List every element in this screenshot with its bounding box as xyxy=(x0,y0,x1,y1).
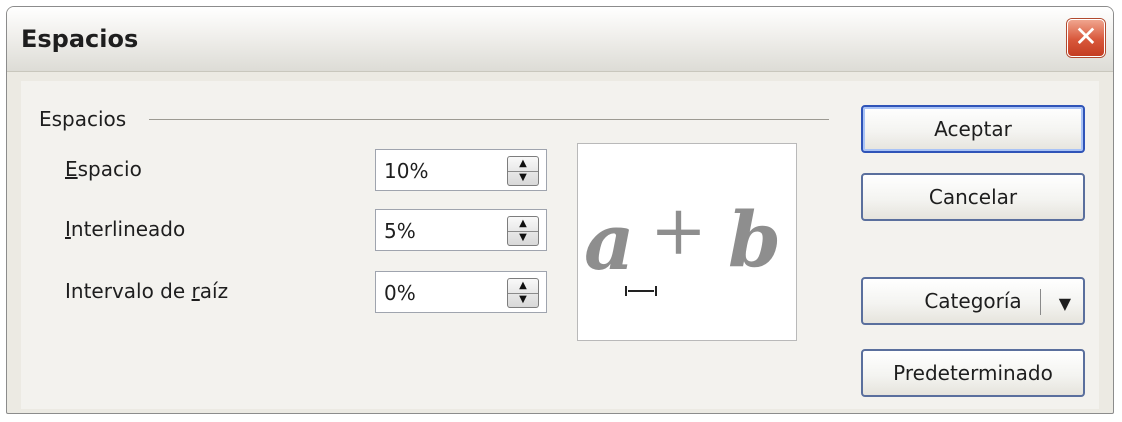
default-button[interactable]: Predeterminado xyxy=(861,349,1085,397)
spin-down-icon[interactable]: ▼ xyxy=(508,171,538,185)
title-bar: Espacios ✕ xyxy=(7,7,1113,72)
group-separator xyxy=(149,119,829,120)
spacing-label: Espacio xyxy=(65,157,142,181)
preview-illustration: a + b xyxy=(584,192,781,296)
root-interval-spin-buttons[interactable]: ▲ ▼ xyxy=(507,278,539,308)
category-separator xyxy=(1040,289,1041,315)
cancel-button[interactable]: Cancelar xyxy=(861,173,1085,221)
line-spacing-label: Interlineado xyxy=(65,217,185,241)
line-spacing-spin-buttons[interactable]: ▲ ▼ xyxy=(507,216,539,246)
preview-plus: + xyxy=(650,192,707,271)
close-icon: ✕ xyxy=(1074,20,1098,53)
root-interval-label-after: aíz xyxy=(199,279,229,303)
spacing-label-rest: spacio xyxy=(77,157,142,181)
root-interval-spinbox[interactable]: 0% ▲ ▼ xyxy=(375,271,547,313)
spin-up-icon[interactable]: ▲ xyxy=(508,217,538,232)
spacing-spin-buttons[interactable]: ▲ ▼ xyxy=(507,156,539,186)
spacing-label-first-letter: E xyxy=(65,157,78,181)
preview-a: a xyxy=(584,197,635,288)
root-interval-value[interactable]: 0% xyxy=(384,281,416,305)
cancel-button-label: Cancelar xyxy=(928,185,1018,209)
accept-button[interactable]: Aceptar xyxy=(861,105,1085,153)
spin-up-icon[interactable]: ▲ xyxy=(508,157,538,172)
spacing-spinbox[interactable]: 10% ▲ ▼ xyxy=(375,149,547,191)
line-spacing-spinbox[interactable]: 5% ▲ ▼ xyxy=(375,209,547,251)
category-button[interactable]: Categoría ▼ xyxy=(861,277,1085,325)
line-spacing-label-rest: nterlineado xyxy=(70,217,186,241)
spin-down-icon[interactable]: ▼ xyxy=(508,231,538,245)
spin-down-icon[interactable]: ▼ xyxy=(508,293,538,307)
dialog-window: Espacios ✕ Espacios Espacio 10% ▲ ▼ Inte… xyxy=(6,6,1114,414)
spin-up-icon[interactable]: ▲ xyxy=(508,279,538,294)
accept-button-label: Aceptar xyxy=(934,117,1012,141)
root-interval-label: Intervalo de raíz xyxy=(65,279,228,303)
root-interval-label-before: Intervalo de xyxy=(65,279,192,303)
preview-box: a + b xyxy=(577,143,797,341)
dialog-content: Espacios Espacio 10% ▲ ▼ Interlineado 5%… xyxy=(21,81,1099,409)
close-button[interactable]: ✕ xyxy=(1067,19,1105,57)
category-button-label: Categoría xyxy=(924,289,1022,313)
spacing-value[interactable]: 10% xyxy=(384,159,428,183)
root-interval-label-underlined: r xyxy=(191,279,200,303)
dropdown-arrow-icon[interactable]: ▼ xyxy=(1059,282,1071,326)
dialog-title: Espacios xyxy=(21,25,139,53)
line-spacing-value[interactable]: 5% xyxy=(384,219,416,243)
default-button-label: Predeterminado xyxy=(893,361,1053,385)
preview-b: b xyxy=(728,195,781,284)
group-label: Espacios xyxy=(39,107,127,131)
